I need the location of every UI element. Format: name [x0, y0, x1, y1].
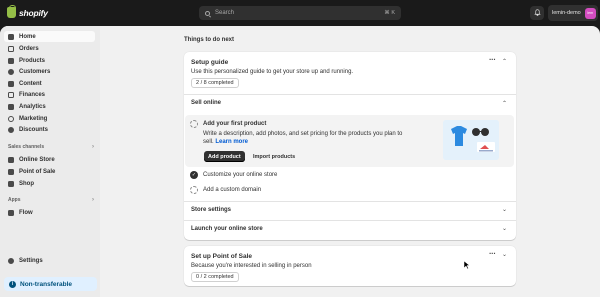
sidebar-item-analytics[interactable]: Analytics — [4, 101, 95, 112]
non-transferable-banner[interactable]: i Non-transferable — [4, 277, 97, 291]
pos-icon — [8, 168, 14, 175]
sidebar-item-label: Finances — [19, 91, 46, 98]
task-description: Write a description, add photos, and set… — [203, 131, 403, 145]
pos-progress-badge: 0 / 2 completed — [191, 272, 239, 282]
sidebar-item-online-store[interactable]: Online Store — [4, 154, 95, 165]
logo-text: shopify — [19, 7, 48, 18]
setup-guide-description: Use this personalized guide to get your … — [191, 69, 354, 75]
flow-icon — [8, 209, 14, 216]
admin-frame: Home Orders Products Customers Content F… — [0, 26, 600, 297]
sidebar-item-flow[interactable]: Flow — [4, 207, 95, 218]
chevron-down-icon[interactable]: ⌄ — [502, 225, 507, 232]
shopify-logo[interactable]: shopify — [7, 5, 48, 18]
chevron-right-icon: › — [92, 144, 94, 150]
divider — [184, 220, 516, 221]
gear-icon — [8, 257, 14, 264]
setup-progress-badge: 2 / 8 completed — [191, 78, 239, 88]
more-actions-icon[interactable]: ··· — [489, 55, 496, 64]
sidebar-item-label: Point of Sale — [19, 168, 56, 175]
sidebar-item-home[interactable]: Home — [4, 31, 95, 42]
sales-channels-heading[interactable]: Sales channels › — [8, 144, 94, 150]
incomplete-circle-icon[interactable] — [190, 186, 198, 194]
sidebar-item-label: Analytics — [19, 103, 46, 110]
info-icon: i — [9, 280, 16, 288]
chevron-down-icon[interactable]: ⌄ — [502, 206, 507, 213]
shop-icon — [8, 180, 14, 187]
discount-icon — [8, 126, 14, 133]
sidebar-item-label: Online Store — [19, 156, 55, 163]
sidebar-item-label: Products — [19, 57, 46, 64]
sidebar-item-finances[interactable]: Finances — [4, 89, 95, 100]
search-shortcut: ⌘ K — [384, 10, 395, 16]
sidebar-item-products[interactable]: Products — [4, 55, 95, 66]
things-to-do-title: Things to do next — [184, 37, 234, 43]
pos-description: Because you're interested in selling in … — [191, 263, 312, 269]
home-icon — [8, 33, 14, 40]
search-placeholder: Search — [215, 10, 235, 16]
task-title[interactable]: Add your first product — [203, 121, 266, 127]
more-actions-icon[interactable]: ··· — [489, 249, 496, 258]
chevron-right-icon: › — [92, 197, 94, 203]
completed-check-icon[interactable]: ✓ — [190, 171, 198, 179]
content-icon — [8, 80, 14, 87]
notifications-button[interactable] — [530, 6, 544, 20]
sidebar-item-customers[interactable]: Customers — [4, 66, 95, 77]
sidebar-item-orders[interactable]: Orders — [4, 43, 95, 54]
apps-heading[interactable]: Apps › — [8, 197, 94, 203]
mouse-cursor-icon — [463, 260, 471, 271]
sell-online-title[interactable]: Sell online — [191, 100, 221, 106]
setup-guide-card: Setup guide ··· ⌃ Use this personalized … — [184, 52, 516, 240]
sidebar-item-marketing[interactable]: Marketing — [4, 113, 95, 124]
store-name: lemin-demo — [552, 10, 581, 16]
sidebar-item-label: Shop — [19, 180, 34, 187]
setup-guide-title: Setup guide — [191, 59, 229, 66]
store-settings-title[interactable]: Store settings — [191, 207, 231, 213]
incomplete-circle-icon[interactable] — [190, 120, 198, 128]
search-icon — [205, 10, 210, 16]
divider — [184, 201, 516, 202]
store-icon — [8, 156, 14, 163]
sidebar-item-content[interactable]: Content — [4, 78, 95, 89]
store-avatar: lem — [584, 7, 596, 19]
pos-title: Set up Point of Sale — [191, 253, 253, 260]
sidebar-item-label: Discounts — [19, 126, 49, 133]
search-bar[interactable]: Search ⌘ K — [199, 6, 401, 20]
add-product-button[interactable]: Add product — [204, 151, 245, 162]
sidebar-item-point-of-sale[interactable]: Point of Sale — [4, 166, 95, 177]
store-menu-button[interactable]: lemin-demo lem — [548, 5, 598, 21]
main-content: Things to do next Setup guide ··· ⌃ Use … — [100, 26, 600, 297]
sidebar-item-label: Home — [19, 33, 36, 40]
sidebar-item-label: Content — [19, 80, 42, 87]
chevron-up-icon[interactable]: ⌃ — [502, 100, 507, 107]
import-products-button[interactable]: Import products — [250, 151, 298, 162]
chevron-down-icon[interactable]: ⌄ — [502, 251, 507, 258]
sidebar-item-label: Customers — [19, 68, 51, 75]
shopify-bag-icon — [7, 5, 16, 18]
divider — [184, 94, 516, 95]
task-title[interactable]: Add a custom domain — [203, 187, 261, 193]
bank-icon — [8, 91, 14, 98]
learn-more-link[interactable]: Learn more — [215, 139, 248, 145]
sidebar-item-discounts[interactable]: Discounts — [4, 124, 95, 135]
sidebar-item-label: Settings — [19, 257, 43, 264]
bell-icon — [533, 8, 541, 18]
person-icon — [8, 68, 14, 75]
sidebar-item-label: Marketing — [19, 115, 48, 122]
task-title[interactable]: Customize your online store — [203, 172, 277, 178]
sidebar: Home Orders Products Customers Content F… — [0, 26, 100, 297]
tag-icon — [8, 57, 14, 64]
sidebar-item-settings[interactable]: Settings — [4, 255, 95, 266]
chevron-up-icon[interactable]: ⌃ — [502, 58, 507, 65]
sidebar-item-shop[interactable]: Shop — [4, 178, 95, 189]
target-icon — [8, 115, 14, 122]
top-bar: shopify Search ⌘ K lemin-demo lem — [0, 0, 600, 26]
sidebar-item-label: Flow — [19, 209, 33, 216]
sidebar-item-label: Orders — [19, 45, 39, 52]
launch-store-title[interactable]: Launch your online store — [191, 226, 263, 232]
chart-icon — [8, 103, 14, 110]
non-transferable-label: Non-transferable — [20, 280, 73, 288]
orders-icon — [8, 45, 14, 52]
product-illustration — [443, 120, 499, 160]
